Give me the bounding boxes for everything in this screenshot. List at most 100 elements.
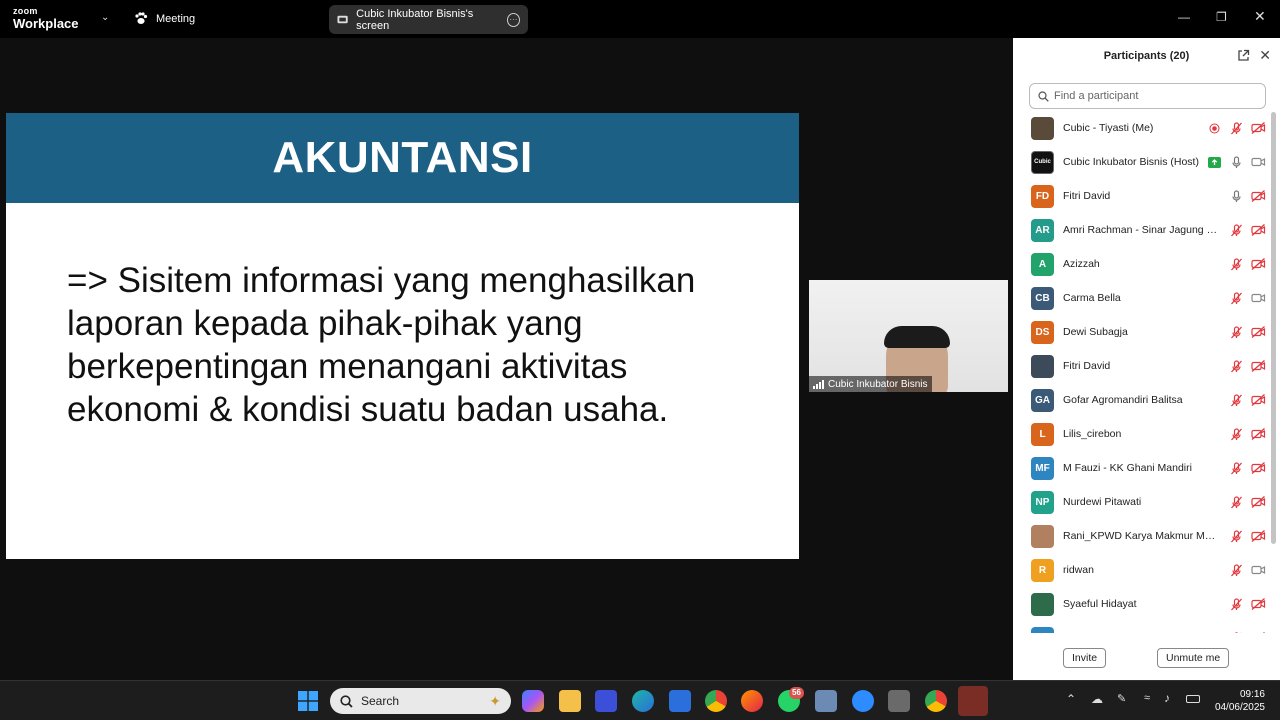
- app-icon[interactable]: [815, 690, 837, 712]
- participant-row[interactable]: DS Dewi Subagja: [1013, 315, 1270, 349]
- camera-off-icon[interactable]: [1250, 392, 1266, 408]
- chrome-icon[interactable]: [925, 690, 947, 712]
- firefox-icon[interactable]: [741, 690, 763, 712]
- participant-avatar: R: [1031, 558, 1054, 582]
- cloud-icon[interactable]: ☁: [1091, 692, 1103, 706]
- participant-row[interactable]: FD Fitri David: [1013, 179, 1270, 213]
- participant-row[interactable]: CB Carma Bella: [1013, 281, 1270, 315]
- camera-off-icon[interactable]: [1250, 120, 1266, 136]
- pop-out-icon[interactable]: [1237, 49, 1250, 62]
- participant-status-icons: [1206, 256, 1266, 272]
- windows-start-icon[interactable]: [298, 691, 318, 711]
- mic-muted-icon[interactable]: [1228, 562, 1244, 578]
- screen-share-pill[interactable]: Cubic Inkubator Bisnis's screen ···: [329, 5, 528, 34]
- taskbar-clock[interactable]: 09:16 04/06/2025: [1215, 688, 1265, 714]
- participant-row[interactable]: Cubic - Tiyasti (Me): [1013, 111, 1270, 145]
- chevron-down-icon[interactable]: ⌄: [101, 12, 109, 23]
- camera-icon[interactable]: [1250, 154, 1266, 170]
- more-options-icon[interactable]: ···: [506, 12, 520, 27]
- slide-body-text: => Sisitem informasi yang menghasilkan l…: [67, 261, 696, 429]
- volume-icon[interactable]: ♪: [1164, 691, 1170, 705]
- file-explorer-icon[interactable]: [559, 690, 581, 712]
- cloud-app-icon[interactable]: [958, 686, 988, 716]
- camera-app-icon[interactable]: [888, 690, 910, 712]
- participant-search[interactable]: [1029, 83, 1266, 109]
- title-bar: zoom Workplace ⌄ Meeting Cubic Inkubator…: [0, 0, 1280, 38]
- participant-row[interactable]: A Azizzah: [1013, 247, 1270, 281]
- participants-header: Participants (20) ✕: [1013, 38, 1280, 74]
- camera-off-icon[interactable]: [1250, 426, 1266, 442]
- meeting-stage: AKUNTANSI => Sisitem informasi yang meng…: [0, 38, 1013, 680]
- participant-avatar: [1031, 116, 1054, 140]
- chevron-up-icon[interactable]: ⌃: [1066, 692, 1076, 706]
- participant-row[interactable]: GA Gofar Agromandiri Balitsa: [1013, 383, 1270, 417]
- mic-muted-icon[interactable]: [1228, 596, 1244, 612]
- camera-off-icon[interactable]: [1250, 630, 1266, 633]
- battery-icon[interactable]: [1186, 695, 1200, 703]
- participant-row[interactable]: Syaeful Hidayat: [1013, 587, 1270, 621]
- mic-icon[interactable]: [1228, 154, 1244, 170]
- mic-muted-icon[interactable]: [1228, 392, 1244, 408]
- mic-muted-icon[interactable]: [1228, 494, 1244, 510]
- mic-muted-icon[interactable]: [1228, 358, 1244, 374]
- participant-status-icons: [1206, 494, 1266, 510]
- taskbar-search[interactable]: Search ✦: [330, 688, 511, 714]
- participant-name: Cubic - Tiyasti (Me): [1063, 122, 1154, 134]
- participant-avatar: FD: [1031, 184, 1054, 208]
- mic-muted-icon[interactable]: [1228, 630, 1244, 633]
- participant-name: Nurdewi Pitawati: [1063, 496, 1142, 508]
- zoom-taskbar-icon[interactable]: [852, 690, 874, 712]
- clock-time: 09:16: [1239, 689, 1265, 700]
- unmute-me-button[interactable]: Unmute me: [1157, 648, 1230, 668]
- meeting-menu[interactable]: Meeting: [134, 12, 195, 25]
- camera-off-icon[interactable]: [1250, 460, 1266, 476]
- editor-app-icon[interactable]: [595, 690, 617, 712]
- restore-icon[interactable]: ❐: [1216, 10, 1227, 24]
- camera-off-icon[interactable]: [1250, 324, 1266, 340]
- mic-muted-icon[interactable]: [1228, 426, 1244, 442]
- participant-status-icons: [1206, 120, 1266, 136]
- participant-row[interactable]: [1013, 621, 1270, 633]
- participant-status-icons: [1206, 392, 1266, 408]
- camera-off-icon[interactable]: [1250, 256, 1266, 272]
- participant-row[interactable]: MF M Fauzi - KK Ghani Mandiri: [1013, 451, 1270, 485]
- participant-row[interactable]: L Lilis_cirebon: [1013, 417, 1270, 451]
- participant-list-scrollbar[interactable]: [1271, 112, 1276, 544]
- mic-muted-icon[interactable]: [1228, 460, 1244, 476]
- mic-muted-icon[interactable]: [1228, 290, 1244, 306]
- chrome-icon[interactable]: [705, 690, 727, 712]
- camera-off-icon[interactable]: [1250, 596, 1266, 612]
- video-tile[interactable]: Cubic Inkubator Bisnis: [809, 280, 1008, 392]
- mic-muted-icon[interactable]: [1228, 222, 1244, 238]
- camera-off-icon[interactable]: [1250, 528, 1266, 544]
- invite-button[interactable]: Invite: [1063, 648, 1107, 668]
- camera-icon[interactable]: [1250, 562, 1266, 578]
- participant-row[interactable]: Rridwan: [1013, 553, 1270, 587]
- camera-off-icon[interactable]: [1250, 222, 1266, 238]
- participant-row[interactable]: NP Nurdewi Pitawati: [1013, 485, 1270, 519]
- mic-muted-icon[interactable]: [1228, 256, 1244, 272]
- camera-off-icon[interactable]: [1250, 494, 1266, 510]
- close-panel-icon[interactable]: ✕: [1259, 47, 1271, 64]
- mic-muted-icon[interactable]: [1228, 324, 1244, 340]
- mic-muted-icon[interactable]: [1228, 528, 1244, 544]
- wifi-icon[interactable]: ≈: [1144, 692, 1150, 704]
- close-window-icon[interactable]: ✕: [1254, 8, 1266, 25]
- mic-muted-icon[interactable]: [1228, 120, 1244, 136]
- brand-small: zoom: [13, 6, 38, 16]
- pen-icon[interactable]: ✎: [1117, 692, 1126, 705]
- store-icon[interactable]: [669, 690, 691, 712]
- camera-icon[interactable]: [1250, 290, 1266, 306]
- edge-browser-icon[interactable]: [632, 690, 654, 712]
- copilot-icon[interactable]: [522, 690, 544, 712]
- participant-row[interactable]: Fitri David: [1013, 349, 1270, 383]
- participants-title: Participants (20): [1103, 50, 1190, 62]
- mic-icon[interactable]: [1228, 188, 1244, 204]
- participant-row[interactable]: Rani_KPWD Karya Makmur Man...: [1013, 519, 1270, 553]
- participant-row[interactable]: Cubic Cubic Inkubator Bisnis (Host): [1013, 145, 1270, 179]
- participant-search-input[interactable]: [1054, 90, 1254, 102]
- camera-off-icon[interactable]: [1250, 188, 1266, 204]
- camera-off-icon[interactable]: [1250, 358, 1266, 374]
- minimize-icon[interactable]: —: [1178, 10, 1190, 24]
- participant-row[interactable]: AR Amri Rachman - Sinar Jagung Pr...: [1013, 213, 1270, 247]
